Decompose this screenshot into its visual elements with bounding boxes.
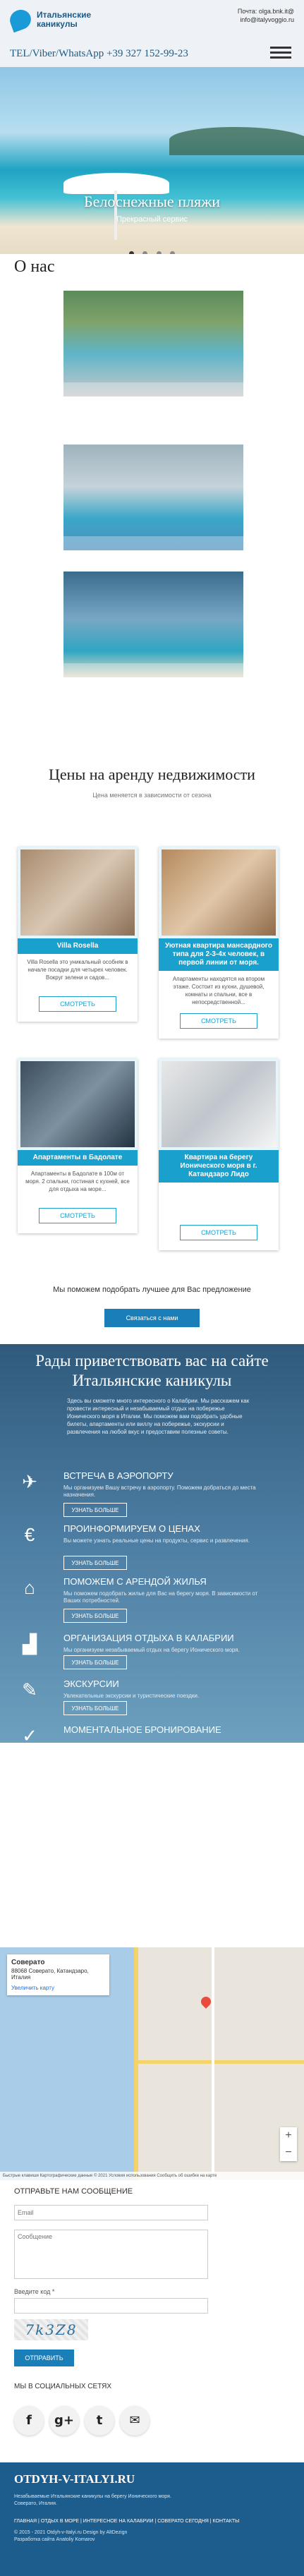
hamburger-menu-icon[interactable] [270,44,291,61]
slider-dot[interactable] [156,251,162,254]
services-title: Рады приветствовать вас на сайте Итальян… [35,1352,269,1389]
site-footer: OTDYH-V-ITALYI.RU Незабываемые Итальянск… [0,2462,304,2576]
social-title: МЫ В СОЦИАЛЬНЫХ СЕТЯХ [14,2383,111,2390]
service-desc: Увлекательные экскурсии и туристические … [63,1693,200,1699]
service-name: ЭКСКУРСИИ [63,1679,119,1689]
rent-title: Цены на аренду недвижимости [49,766,255,783]
property-title: Уютная квартира мансардного типа для 2-3… [159,938,279,971]
contact-us-button[interactable]: Связаться с нами [104,1309,200,1327]
service-name: ПОМОЖЕМ С АРЕНДОЙ ЖИЛЬЯ [63,1576,207,1587]
form-title: ОТПРАВЬТЕ НАМ СООБЩЕНИЕ [14,2187,133,2196]
contact-form: ОТПРАВЬТЕ НАМ СООБЩЕНИЕ Введите код * 7k… [0,2184,304,2477]
about-image-spa [63,445,243,550]
property-card[interactable]: Квартира на берегу Ионического моря в г.… [159,1058,279,1250]
services-section: Рады приветствовать вас на сайте Итальян… [0,1344,304,1746]
learn-more-button[interactable]: УЗНАТЬ БОЛЬШЕ [63,1503,127,1517]
view-button[interactable]: СМОТРЕТЬ [180,1013,257,1029]
google-plus-icon[interactable]: g+ [49,2406,79,2436]
stairs-icon: ▟ [23,1633,37,1655]
plane-icon: ✈ [22,1471,37,1492]
map-zoom-control: + − [280,2127,297,2161]
learn-more-button[interactable]: УЗНАТЬ БОЛЬШЕ [63,1701,127,1715]
service-name: ПРОИНФОРМИРУЕМ О ЦЕНАХ [63,1523,200,1534]
service-desc: Мы поможем подобрать жилье для Вас на бе… [63,1590,258,1604]
about-image-pool [63,291,243,397]
map-info-card: Соверато 88068 Соверато, Катандзаро, Ита… [7,1954,109,1995]
money-icon: € [24,1524,35,1545]
about-title: О нас [14,258,55,276]
house-icon: ⌂ [24,1577,35,1598]
contact-email[interactable]: Почта: olga.bnk.it@ info@italyvoggio.ru [238,7,294,24]
property-title: Villa Rosella [18,938,138,954]
site-logo[interactable]: Итальянские каникулы [7,6,114,33]
learn-more-button[interactable]: УЗНАТЬ БОЛЬШЕ [63,1655,127,1669]
property-text: Апартаменты находятся на втором этаже. С… [172,976,265,1005]
view-button[interactable]: СМОТРЕТЬ [180,1225,257,1240]
compass-icon: ✎ [22,1679,37,1700]
property-text: Villa Rosella это уникальный особняк в н… [27,959,128,981]
service-name: ОРГАНИЗАЦИЯ ОТДЫХА В КАЛАБРИИ [63,1633,234,1643]
check-icon: ✓ [22,1725,37,1746]
google-map[interactable]: Соверато 88068 Соверато, Катандзаро, Ита… [0,1947,304,2180]
property-image [20,849,135,936]
logo-line2: каникулы [37,19,78,29]
footer-copyright: © 2015 - 2021 Otdyh-v-Italyi.ru Design b… [14,2530,128,2542]
slider-dots [0,247,304,254]
map-footer: Быстрые клавиши Картографические данные … [0,2172,304,2180]
hero-subtitle: Прекрасный сервис [116,215,188,224]
zoom-out-icon[interactable]: − [280,2144,297,2161]
slider-dot[interactable] [142,251,148,254]
logo-icon [7,6,34,33]
phone-number[interactable]: TEL/Viber/WhatsApp +39 327 152-99-23 [10,48,188,60]
services-intro: Здесь вы сможете много интересного о Кал… [67,1398,250,1435]
mail-icon[interactable]: ✉ [120,2406,150,2436]
property-text: Апартаменты в Бадолате в 100м от моря. 2… [25,1171,130,1192]
property-image [162,849,276,936]
service-desc: Вы можете узнать реальные цены на продук… [63,1537,250,1544]
message-field[interactable] [14,2230,208,2279]
property-card[interactable]: Апартаменты в Бадолате Апартаменты в Бад… [18,1058,138,1233]
map-pin-icon[interactable] [199,1995,213,2009]
property-title: Апартаменты в Бадолате [18,1150,138,1166]
hero-title: Белоснежные пляжи [83,193,221,210]
help-text: Мы поможем подобрать лучшее для Вас пред… [53,1286,251,1294]
facebook-icon[interactable]: f [14,2406,44,2436]
property-card[interactable]: Уютная квартира мансардного типа для 2-3… [159,847,279,1039]
map-address: 88068 Соверато, Катандзаро, Италия [11,1968,89,1981]
service-desc: Мы организуем незабываемый отдых на бере… [63,1647,240,1653]
service-name: МОМЕНТАЛЬНОЕ БРОНИРОВАНИЕ [63,1724,221,1735]
captcha-image: 7k3Z8 [14,2319,88,2340]
hero-slider: Белоснежные пляжи Прекрасный сервис [0,67,304,254]
island-shape [169,127,304,155]
service-name: ВСТРЕЧА В АЭРОПОРТУ [63,1470,174,1481]
site-header: Итальянские каникулы Почта: olga.bnk.it@… [0,0,304,67]
email-field[interactable] [14,2205,208,2220]
captcha-label: Введите код * [14,2288,55,2295]
zoom-in-icon[interactable]: + [280,2127,297,2144]
property-image [20,1061,135,1147]
view-button[interactable]: СМОТРЕТЬ [39,996,116,1012]
twitter-icon[interactable]: t [85,2406,114,2436]
learn-more-button[interactable]: УЗНАТЬ БОЛЬШЕ [63,1556,127,1570]
property-image [162,1061,276,1147]
slider-dot[interactable] [128,251,134,254]
view-button[interactable]: СМОТРЕТЬ [39,1208,116,1223]
rent-subtitle: Цена меняется в зависимости от сезона [92,792,212,799]
map-place: Соверато [11,1959,45,1966]
enlarge-map-link[interactable]: Увеличить карту [11,1985,105,1991]
about-image-gazebo [63,572,243,677]
property-title: Квартира на берегу Ионического моря в г.… [159,1150,279,1183]
service-desc: Мы организуем Вашу встречу в аэропорту. … [63,1484,256,1498]
slider-dot[interactable] [170,251,176,254]
property-text [159,1183,279,1218]
footer-site-name[interactable]: OTDYH-V-ITALYI.RU [14,2472,290,2486]
send-button[interactable]: ОТПРАВИТЬ [14,2350,74,2366]
property-card[interactable]: Villa Rosella Villa Rosella это уникальн… [18,847,138,1022]
footer-desc: Незабываемые Итальянские каникулы на бер… [14,2494,171,2506]
footer-links[interactable]: ГЛАВНАЯ | ОТДЫХ В МОРЕ | ИНТЕРЕСНОЕ НА К… [14,2519,290,2524]
learn-more-button[interactable]: УЗНАТЬ БОЛЬШЕ [63,1609,127,1623]
captcha-field[interactable] [14,2298,208,2314]
